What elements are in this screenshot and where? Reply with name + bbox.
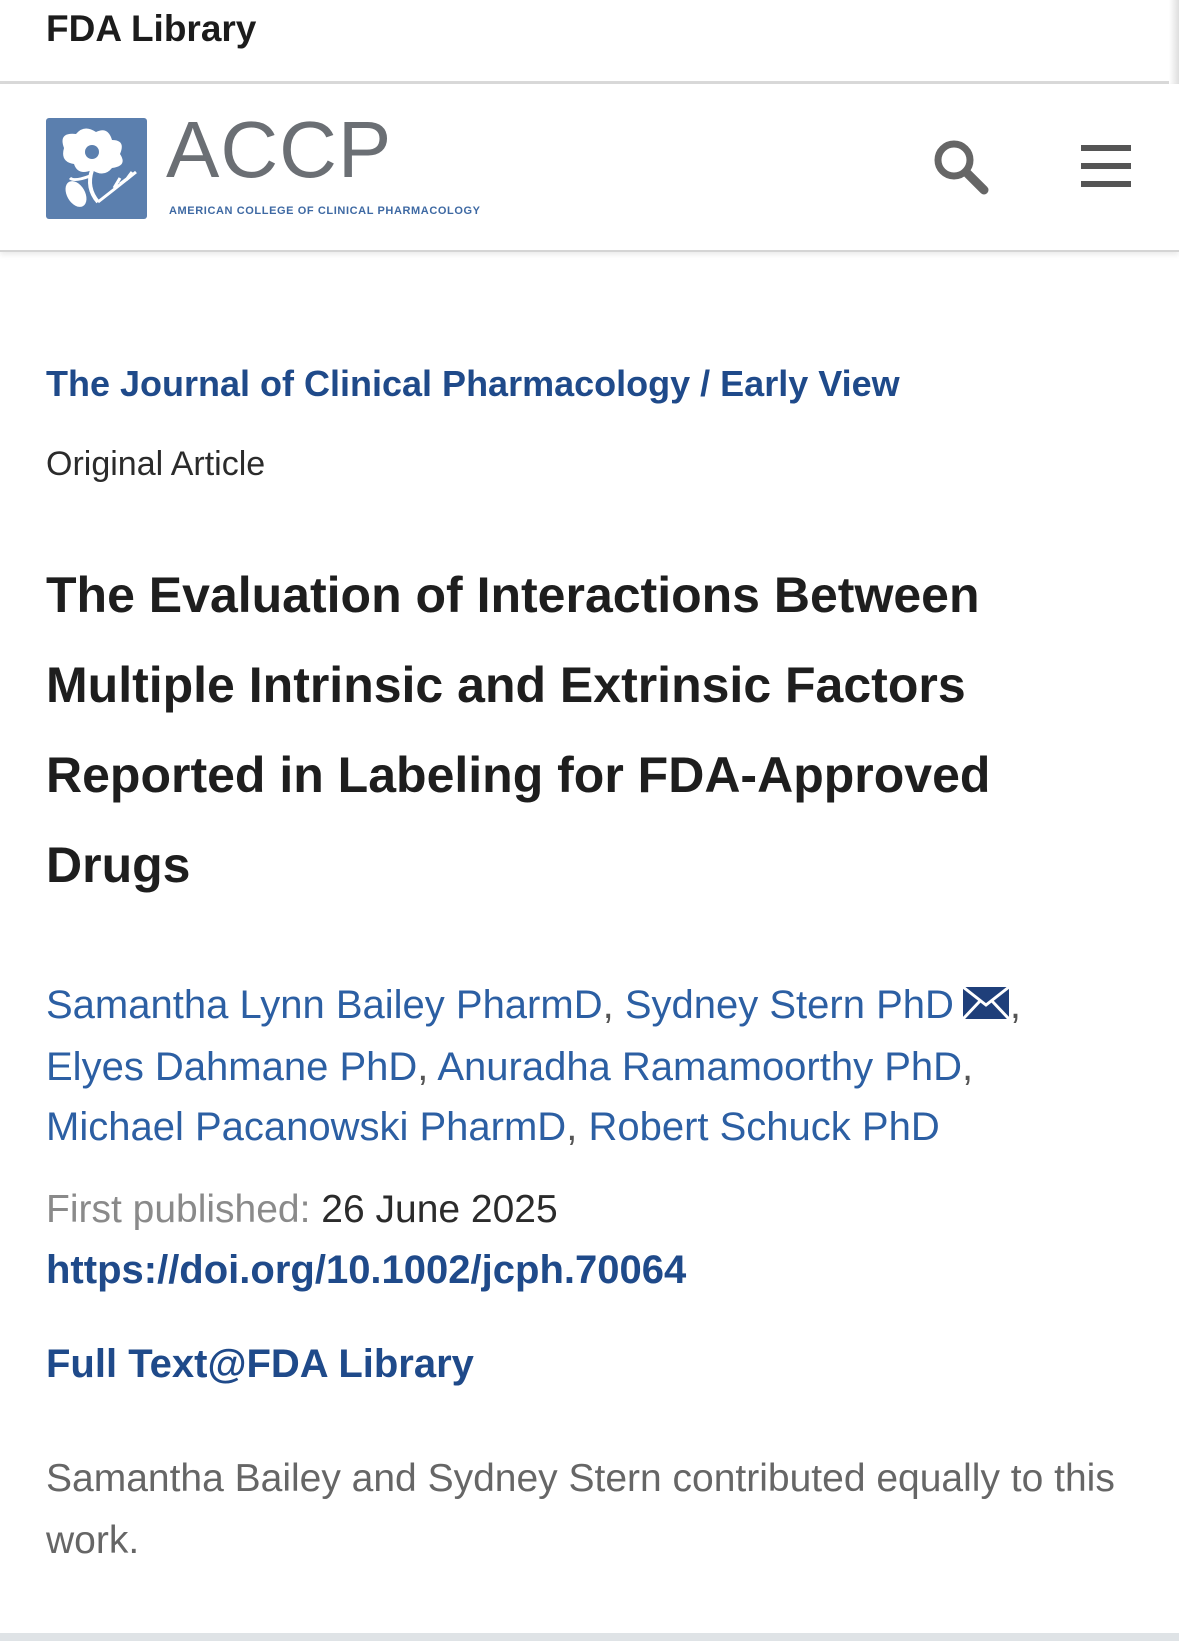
institution-bar: FDA Library [0, 0, 1179, 84]
institution-label: FDA Library [46, 8, 257, 49]
author-link[interactable]: Elyes Dahmane PhD [46, 1045, 417, 1089]
author-separator: , [1009, 983, 1022, 1027]
menu-button[interactable] [1074, 134, 1138, 198]
breadcrumb-journal[interactable]: The Journal of Clinical Pharmacology [46, 363, 690, 404]
breadcrumb-section[interactable]: Early View [720, 363, 899, 404]
author-link[interactable]: Robert Schuck PhD [588, 1105, 939, 1149]
search-button[interactable] [928, 134, 992, 198]
breadcrumb: The Journal of Clinical Pharmacology / E… [46, 360, 1136, 408]
article-header: The Journal of Clinical Pharmacology / E… [46, 360, 1136, 1562]
hamburger-menu-icon [1081, 145, 1131, 187]
author-link[interactable]: Sydney Stern PhD [625, 983, 954, 1027]
article-title: The Evaluation of Interactions Between M… [46, 567, 991, 893]
site-header: ACCP AMERICAN COLLEGE OF CLINICAL PHARMA… [0, 84, 1179, 252]
article-type: Original Article [46, 445, 266, 483]
author-link[interactable]: Michael Pacanowski PharmD [46, 1105, 566, 1149]
author-separator: , [602, 983, 625, 1027]
author-list: Samantha Lynn Bailey PharmD, Sydney Ster… [46, 975, 1136, 1157]
envelope-icon[interactable] [961, 977, 1010, 1037]
author-link[interactable]: Samantha Lynn Bailey PharmD [46, 983, 603, 1027]
author-separator: , [566, 1105, 589, 1150]
logo-subtitle: AMERICAN COLLEGE OF CLINICAL PHARMACOLOG… [169, 205, 481, 217]
search-icon [934, 140, 989, 195]
section-divider [0, 1633, 1179, 1641]
author-separator: , [417, 1045, 438, 1090]
full-text-link[interactable]: Full Text@FDA Library [46, 1342, 474, 1387]
first-published-date: 26 June 2025 [321, 1188, 558, 1231]
logo-wordmark[interactable]: ACCP [166, 110, 392, 190]
first-published-label: First published: [46, 1188, 311, 1231]
breadcrumb-separator: / [690, 363, 721, 404]
author-note: Samantha Bailey and Sydney Stern contrib… [46, 1457, 1115, 1562]
publication-date: First published: 26 June 2025 [46, 1188, 558, 1232]
author-separator: , [962, 1045, 974, 1090]
flower-logo-icon[interactable] [46, 118, 147, 219]
author-link[interactable]: Anuradha Ramamoorthy PhD [437, 1045, 962, 1089]
doi-link[interactable]: https://doi.org/10.1002/jcph.70064 [46, 1248, 686, 1293]
